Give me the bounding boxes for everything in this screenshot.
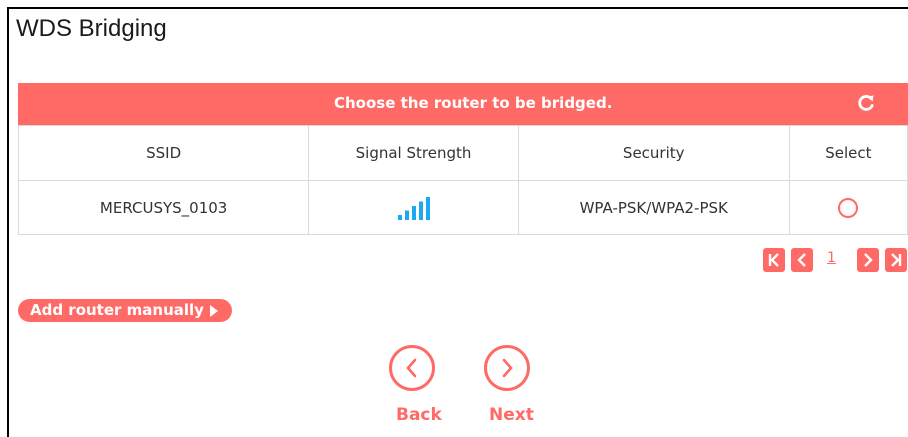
add-router-manually-button[interactable]: Add router manually bbox=[18, 299, 232, 322]
bridge-panel-header: Choose the router to be bridged. bbox=[18, 83, 908, 125]
signal-strength-icon bbox=[397, 196, 430, 220]
first-page-icon[interactable] bbox=[763, 248, 785, 272]
page-number[interactable]: 1 bbox=[827, 250, 836, 266]
chevron-right-icon bbox=[502, 358, 513, 378]
back-button[interactable] bbox=[389, 345, 435, 391]
signal-bar bbox=[411, 205, 416, 220]
signal-bar bbox=[404, 210, 409, 220]
select-radio[interactable] bbox=[838, 197, 859, 218]
page-title: WDS Bridging bbox=[16, 15, 167, 42]
select-cell bbox=[788, 180, 908, 235]
col-header-signal: Signal Strength bbox=[308, 125, 519, 181]
ssid-cell: MERCUSYS_0103 bbox=[17, 180, 310, 235]
next-label[interactable]: Next bbox=[489, 405, 534, 425]
back-label[interactable]: Back bbox=[396, 405, 442, 425]
signal-cell bbox=[308, 180, 519, 235]
table-header-row: SSID Signal Strength Security Select bbox=[17, 125, 908, 181]
signal-bar bbox=[397, 214, 402, 220]
refresh-icon[interactable] bbox=[856, 93, 876, 113]
chevron-left-icon bbox=[406, 358, 417, 378]
table-row[interactable]: MERCUSYS_0103 WPA-PSK/WPA2-PSK bbox=[17, 180, 908, 235]
next-button[interactable] bbox=[484, 345, 530, 391]
add-router-label: Add router manually bbox=[30, 301, 204, 319]
col-header-security: Security bbox=[517, 125, 790, 181]
wireless-survey-table: SSID Signal Strength Security Select MER… bbox=[17, 125, 908, 235]
caret-right-icon bbox=[209, 305, 218, 317]
last-page-icon[interactable] bbox=[885, 248, 907, 272]
panel-header-text: Choose the router to be bridged. bbox=[334, 94, 613, 112]
next-page-icon[interactable] bbox=[857, 248, 879, 272]
col-header-ssid: SSID bbox=[17, 125, 310, 181]
prev-page-icon[interactable] bbox=[791, 248, 813, 272]
security-cell: WPA-PSK/WPA2-PSK bbox=[517, 180, 790, 235]
signal-bar bbox=[418, 201, 423, 220]
col-header-select: Select bbox=[788, 125, 908, 181]
signal-bar bbox=[425, 196, 430, 220]
